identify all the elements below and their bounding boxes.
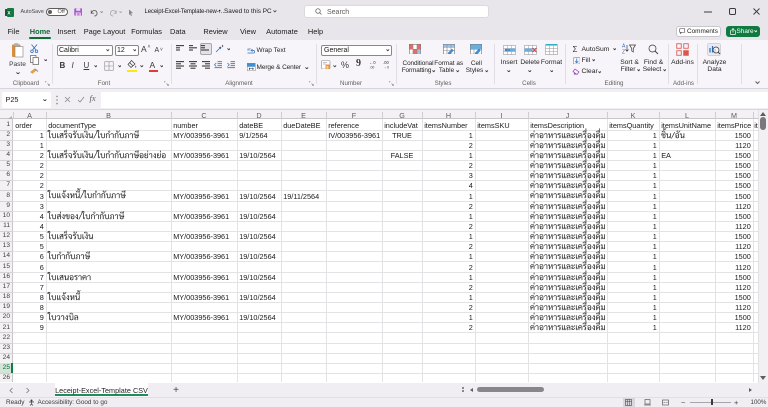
svg-text:→0: →0: [383, 66, 389, 70]
svg-text:.00: .00: [383, 60, 390, 65]
svg-text:Z: Z: [622, 50, 625, 56]
svg-text:A: A: [622, 44, 626, 50]
svg-text:.00: .00: [370, 66, 375, 70]
svg-text:←0: ←0: [369, 60, 376, 65]
